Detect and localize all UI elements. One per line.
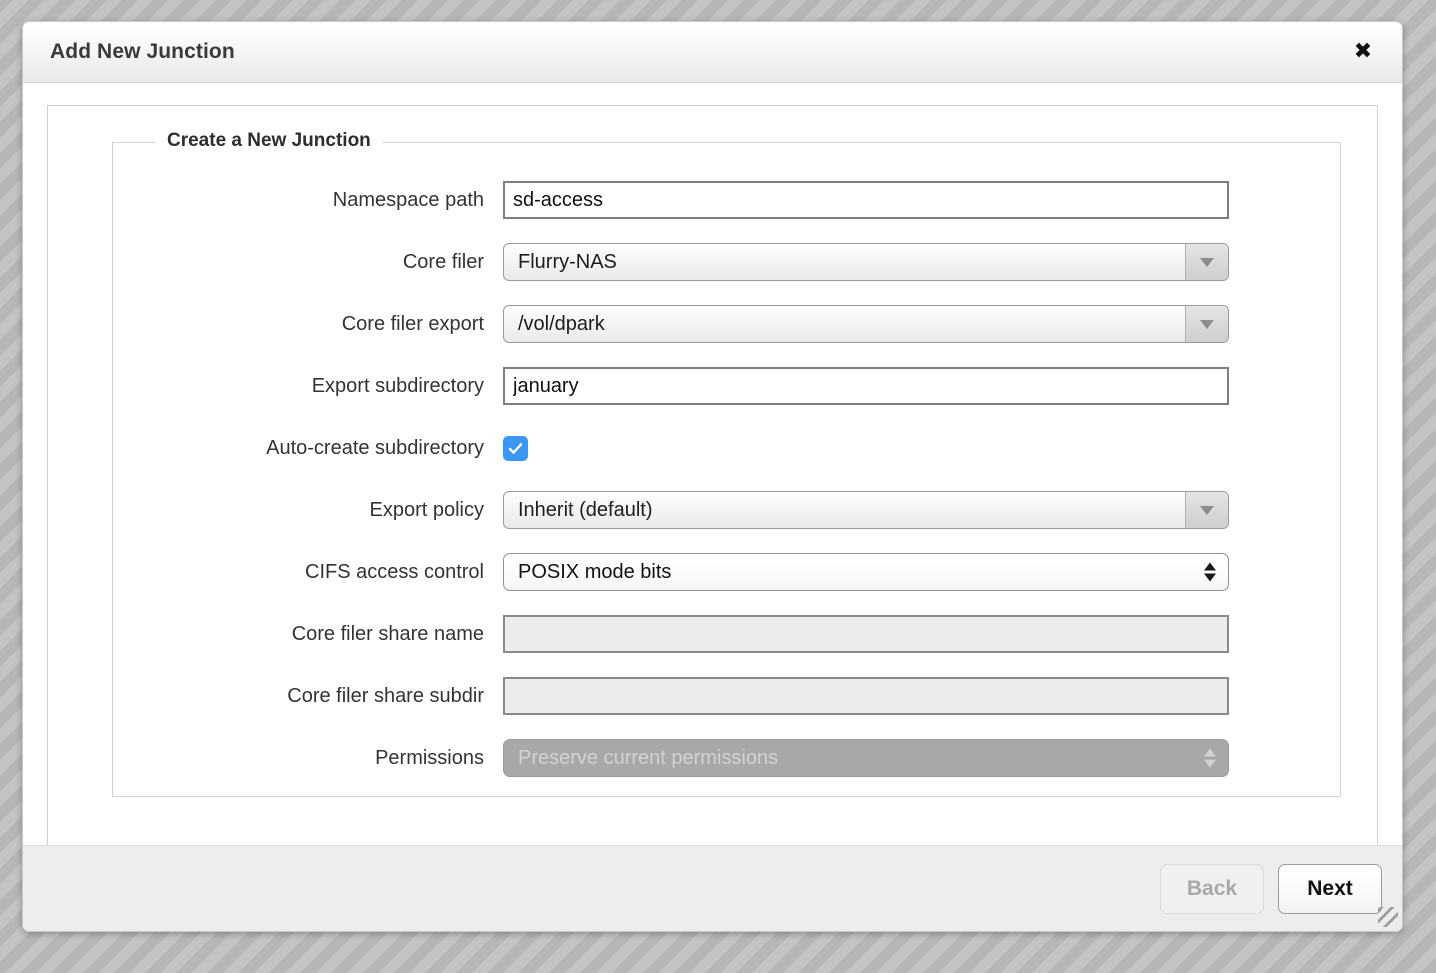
check-icon [507, 440, 524, 457]
junction-form: Namespace path Core filer Flurry-NAS [113, 169, 1340, 789]
label-core-filer-share-subdir: Core filer share subdir [113, 685, 503, 708]
fieldset-legend: Create a New Junction [155, 130, 383, 152]
permissions-value: Preserve current permissions [504, 747, 1228, 770]
form-row-export-policy: Export policy Inherit (default) [113, 479, 1340, 541]
control-export-policy: Inherit (default) [503, 491, 1229, 529]
label-core-filer-export: Core filer export [113, 313, 503, 336]
control-cifs-access-control: POSIX mode bits [503, 553, 1229, 591]
updown-arrows-icon [1204, 563, 1216, 582]
core-filer-dropdown-value: Flurry-NAS [504, 244, 1185, 280]
dialog-titlebar: Add New Junction ✖ [23, 22, 1402, 83]
control-core-filer-share-subdir [503, 677, 1229, 715]
form-row-cifs-access-control: CIFS access control POSIX mode bits [113, 541, 1340, 603]
label-cifs-access-control: CIFS access control [113, 561, 503, 584]
caret-up-icon [1204, 749, 1216, 757]
export-subdirectory-input[interactable] [503, 367, 1229, 405]
namespace-path-input[interactable] [503, 181, 1229, 219]
form-row-export-subdirectory: Export subdirectory [113, 355, 1340, 417]
caret-up-icon [1204, 563, 1216, 571]
form-row-namespace-path: Namespace path [113, 169, 1340, 231]
form-row-auto-create-subdirectory: Auto-create subdirectory [113, 417, 1340, 479]
dialog-title: Add New Junction [50, 40, 235, 64]
control-core-filer-export: /vol/dpark [503, 305, 1229, 343]
caret-down-icon [1204, 760, 1216, 768]
close-icon[interactable]: ✖ [1350, 39, 1376, 65]
chevron-down-icon [1200, 320, 1214, 329]
dialog-body: Create a New Junction Namespace path Cor… [23, 83, 1402, 845]
label-core-filer: Core filer [113, 251, 503, 274]
dialog-footer: Back Next [23, 845, 1402, 931]
back-button[interactable]: Back [1160, 864, 1264, 914]
control-core-filer-share-name [503, 615, 1229, 653]
control-namespace-path [503, 181, 1229, 219]
label-core-filer-share-name: Core filer share name [113, 623, 503, 646]
form-row-core-filer-share-name: Core filer share name [113, 603, 1340, 665]
control-export-subdirectory [503, 367, 1229, 405]
core-filer-export-dropdown[interactable]: /vol/dpark [503, 305, 1229, 343]
auto-create-subdirectory-checkbox[interactable] [503, 436, 528, 461]
form-row-core-filer-export: Core filer export /vol/dpark [113, 293, 1340, 355]
label-namespace-path: Namespace path [113, 189, 503, 212]
export-policy-dropdown-button[interactable] [1185, 492, 1228, 528]
create-junction-fieldset: Create a New Junction Namespace path Cor… [112, 142, 1341, 797]
form-row-core-filer: Core filer Flurry-NAS [113, 231, 1340, 293]
resize-grip-icon[interactable] [1378, 907, 1398, 927]
export-policy-dropdown[interactable]: Inherit (default) [503, 491, 1229, 529]
cifs-access-control-select[interactable]: POSIX mode bits [503, 553, 1229, 591]
core-filer-export-dropdown-button[interactable] [1185, 306, 1228, 342]
next-button[interactable]: Next [1278, 864, 1382, 914]
label-permissions: Permissions [113, 747, 503, 770]
core-filer-share-subdir-input [503, 677, 1229, 715]
dialog-content-panel: Create a New Junction Namespace path Cor… [47, 105, 1378, 845]
core-filer-dropdown[interactable]: Flurry-NAS [503, 243, 1229, 281]
form-row-permissions: Permissions Preserve current permissions [113, 727, 1340, 789]
label-export-subdirectory: Export subdirectory [113, 375, 503, 398]
form-row-core-filer-share-subdir: Core filer share subdir [113, 665, 1340, 727]
cifs-access-control-value: POSIX mode bits [504, 561, 1228, 584]
control-auto-create-subdirectory [503, 436, 528, 461]
add-new-junction-dialog: Add New Junction ✖ Create a New Junction… [22, 21, 1403, 932]
label-auto-create-subdirectory: Auto-create subdirectory [113, 437, 503, 460]
label-export-policy: Export policy [113, 499, 503, 522]
control-core-filer: Flurry-NAS [503, 243, 1229, 281]
core-filer-export-dropdown-value: /vol/dpark [504, 306, 1185, 342]
updown-arrows-icon [1204, 749, 1216, 768]
chevron-down-icon [1200, 506, 1214, 515]
core-filer-share-name-input [503, 615, 1229, 653]
export-policy-dropdown-value: Inherit (default) [504, 492, 1185, 528]
chevron-down-icon [1200, 258, 1214, 267]
permissions-select: Preserve current permissions [503, 739, 1229, 777]
core-filer-dropdown-button[interactable] [1185, 244, 1228, 280]
caret-down-icon [1204, 574, 1216, 582]
control-permissions: Preserve current permissions [503, 739, 1229, 777]
